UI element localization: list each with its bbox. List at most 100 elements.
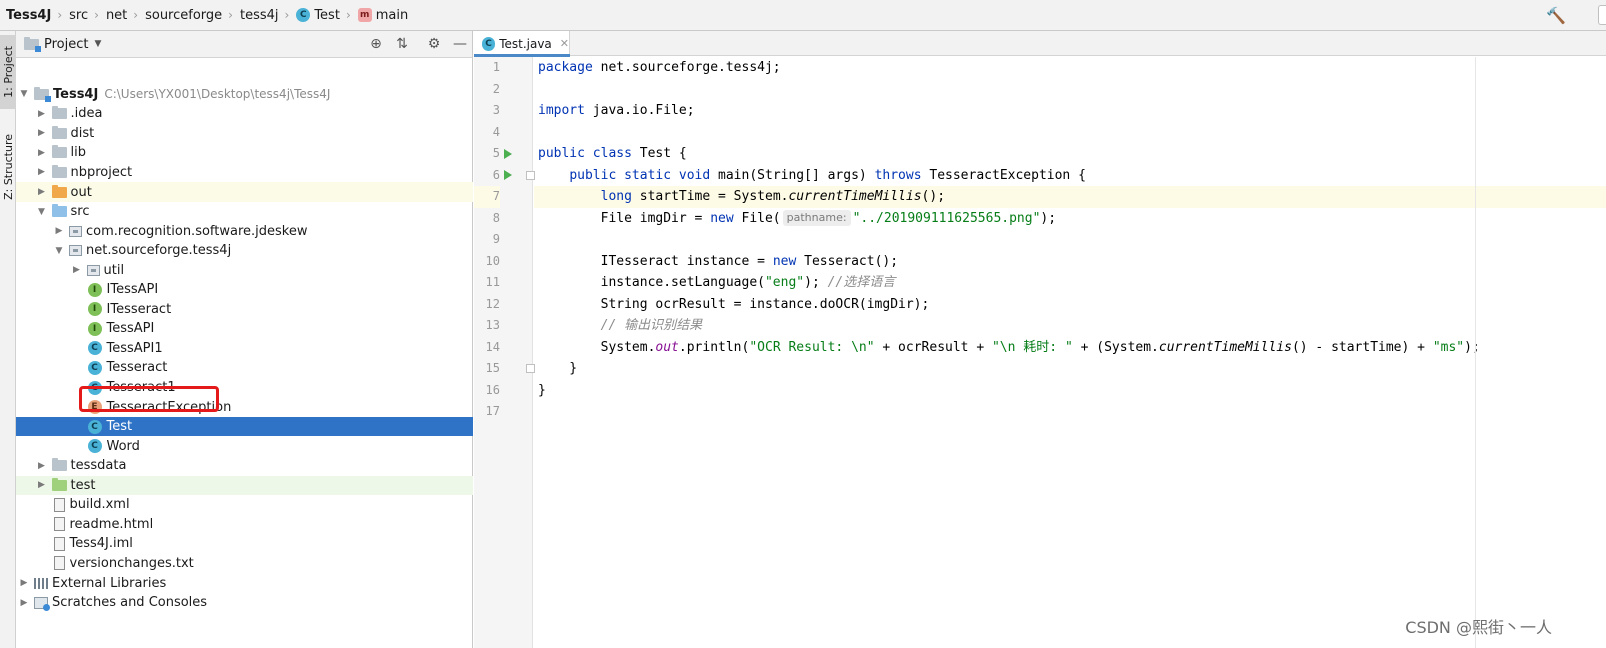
tree-item-readme-html[interactable]: readme.html: [16, 515, 473, 535]
locate-icon[interactable]: ⊕: [368, 36, 384, 52]
close-icon[interactable]: ✕: [560, 37, 569, 50]
code-line[interactable]: import java.io.File;: [534, 100, 1606, 122]
class-icon: C: [87, 439, 102, 454]
tree-item-tess4j-iml[interactable]: Tess4J.iml: [16, 534, 473, 554]
code-line[interactable]: }: [534, 380, 1606, 402]
chevron-right-icon: ›: [345, 8, 351, 22]
tree-item-src[interactable]: ▼ src: [16, 202, 473, 222]
tree-item-scratches-and-consoles[interactable]: ▶ Scratches and Consoles: [16, 593, 473, 613]
chevron-down-icon[interactable]: ▼: [36, 207, 48, 217]
code-line[interactable]: public class Test {: [534, 143, 1606, 165]
tree-item-dist[interactable]: ▶ dist: [16, 124, 473, 144]
tree-item-tessdata[interactable]: ▶ tessdata: [16, 456, 473, 476]
tree-item-label: net.sourceforge.tess4j: [86, 243, 232, 259]
tree-item-net-sourceforge-tess4j[interactable]: ▼ net.sourceforge.tess4j: [16, 241, 473, 261]
tree-item-label: TessAPI: [106, 321, 155, 337]
method-icon: m: [357, 8, 372, 22]
chevron-down-icon[interactable]: ▼: [53, 246, 65, 256]
package-icon: [86, 264, 100, 276]
chevron-right-icon[interactable]: ▶: [36, 461, 48, 471]
code-line[interactable]: System.out.println("OCR Result: \n" + oc…: [534, 337, 1606, 359]
tree-item-out[interactable]: ▶ out: [16, 182, 473, 202]
breadcrumb-item[interactable]: Tess4J: [6, 0, 51, 31]
collapse-all-icon[interactable]: ⇅: [394, 36, 410, 52]
chevron-right-icon[interactable]: ▶: [53, 226, 65, 236]
code-line[interactable]: [534, 229, 1606, 251]
code-line[interactable]: [534, 122, 1606, 144]
navigation-bar: Tess4J › src › net › sourceforge › tess4j › C Test ›…: [0, 0, 1606, 31]
breadcrumb-label: sourceforge: [145, 7, 223, 23]
tree-item-tesseractexception[interactable]: E TesseractException: [16, 397, 473, 417]
code-area[interactable]: package net.sourceforge.tess4j; import ja…: [534, 57, 1606, 648]
chevron-right-icon[interactable]: ▶: [36, 480, 48, 490]
code-line[interactable]: [534, 79, 1606, 101]
breadcrumb-item[interactable]: tess4j: [240, 0, 279, 31]
chevron-right-icon[interactable]: ▶: [36, 148, 48, 158]
tree-item-label: src: [70, 204, 90, 220]
breadcrumb-item[interactable]: m main: [357, 0, 408, 31]
line-number: 16: [485, 382, 500, 397]
tree-item-nbproject[interactable]: ▶ nbproject: [16, 163, 473, 183]
code-line[interactable]: ITesseract instance = new Tesseract();: [534, 251, 1606, 273]
breadcrumb-item[interactable]: net: [106, 0, 127, 31]
breadcrumb-item[interactable]: sourceforge: [145, 0, 222, 31]
code-line[interactable]: }: [534, 358, 1606, 380]
code-line[interactable]: instance.setLanguage("eng"); //选择语言: [534, 272, 1606, 294]
tree-item-label: TessAPI1: [106, 340, 163, 356]
interface-icon: I: [87, 302, 102, 317]
gear-icon[interactable]: ⚙: [426, 36, 442, 52]
tree-item-word[interactable]: C Word: [16, 436, 473, 456]
code-line[interactable]: String ocrResult = instance.doOCR(imgDir…: [534, 294, 1606, 316]
tree-item-external-libraries[interactable]: ▶ External Libraries: [16, 573, 473, 593]
project-tool-window-tab[interactable]: 1: Project: [0, 35, 16, 109]
hide-panel-icon[interactable]: —: [452, 36, 468, 52]
chevron-right-icon[interactable]: ▶: [71, 265, 83, 275]
code-line[interactable]: File imgDir = new File(pathname: "../2019…: [534, 208, 1606, 230]
tree-item-versionchanges-txt[interactable]: versionchanges.txt: [16, 554, 473, 574]
chevron-right-icon[interactable]: ▶: [36, 109, 48, 119]
class-icon: C: [87, 341, 102, 356]
tree-item-label: TesseractException: [106, 399, 232, 415]
chevron-right-icon[interactable]: ▶: [36, 128, 48, 138]
tree-item-tessapi1[interactable]: C TessAPI1: [16, 339, 473, 359]
chevron-down-icon[interactable]: ▼: [18, 89, 30, 99]
structure-tab-label: Z: Structure: [1, 134, 15, 200]
tree-item-lib[interactable]: ▶ lib: [16, 143, 473, 163]
breadcrumb-item[interactable]: C Test: [296, 0, 340, 31]
tree-item-label: dist: [70, 125, 95, 141]
tree-item-tesseract1[interactable]: C Tesseract1: [16, 378, 473, 398]
code-line[interactable]: // 输出识别结果: [534, 315, 1606, 337]
class-icon: C: [296, 8, 311, 22]
tree-item-root[interactable]: ▼ Tess4J C:\Users\YX001\Desktop\tess4j\Tes…: [16, 85, 473, 105]
test-folder-icon: [51, 477, 67, 491]
code-line[interactable]: package net.sourceforge.tess4j;: [534, 57, 1606, 79]
tree-item-itesseract[interactable]: I ITesseract: [16, 300, 473, 320]
chevron-right-icon[interactable]: ▶: [36, 187, 48, 197]
tree-item-tesseract[interactable]: C Tesseract: [16, 358, 473, 378]
breadcrumb-item[interactable]: src: [69, 0, 88, 31]
tree-item-util[interactable]: ▶ util: [16, 260, 473, 280]
code-line[interactable]: long startTime = System.currentTimeMilli…: [534, 186, 1606, 208]
run-config-dropdown[interactable]: [1598, 5, 1606, 25]
structure-tool-window-tab[interactable]: Z: Structure: [0, 127, 16, 207]
tree-item-test[interactable]: ▶ test: [16, 475, 473, 495]
tab-test-java[interactable]: C Test.java ✕: [474, 31, 570, 57]
chevron-right-icon[interactable]: ▶: [18, 578, 30, 588]
project-view-selector[interactable]: Project: [44, 37, 88, 52]
chevron-right-icon[interactable]: ▶: [36, 167, 48, 177]
run-gutter-icon[interactable]: [504, 148, 512, 159]
code-line[interactable]: public static void main(String[] args) t…: [534, 165, 1606, 187]
chevron-down-icon[interactable]: ▼: [94, 39, 101, 49]
build-hammer-icon[interactable]: 🔨: [1546, 6, 1566, 25]
chevron-right-icon[interactable]: ▶: [18, 598, 30, 608]
code-line[interactable]: [534, 401, 1606, 423]
tree-item-itessapi[interactable]: I ITessAPI: [16, 280, 473, 300]
tree-item-tessapi[interactable]: I TessAPI: [16, 319, 473, 339]
tree-item-com-recognition-software-jdeskew[interactable]: ▶ com.recognition.software.jdeskew: [16, 221, 473, 241]
class-icon: C: [482, 36, 496, 51]
tree-item-test[interactable]: C Test: [16, 416, 473, 437]
tree-item-label: out: [70, 184, 92, 200]
run-gutter-icon[interactable]: [504, 170, 512, 180]
tree-item--idea[interactable]: ▶ .idea: [16, 104, 473, 124]
tree-item-build-xml[interactable]: build.xml: [16, 495, 473, 515]
